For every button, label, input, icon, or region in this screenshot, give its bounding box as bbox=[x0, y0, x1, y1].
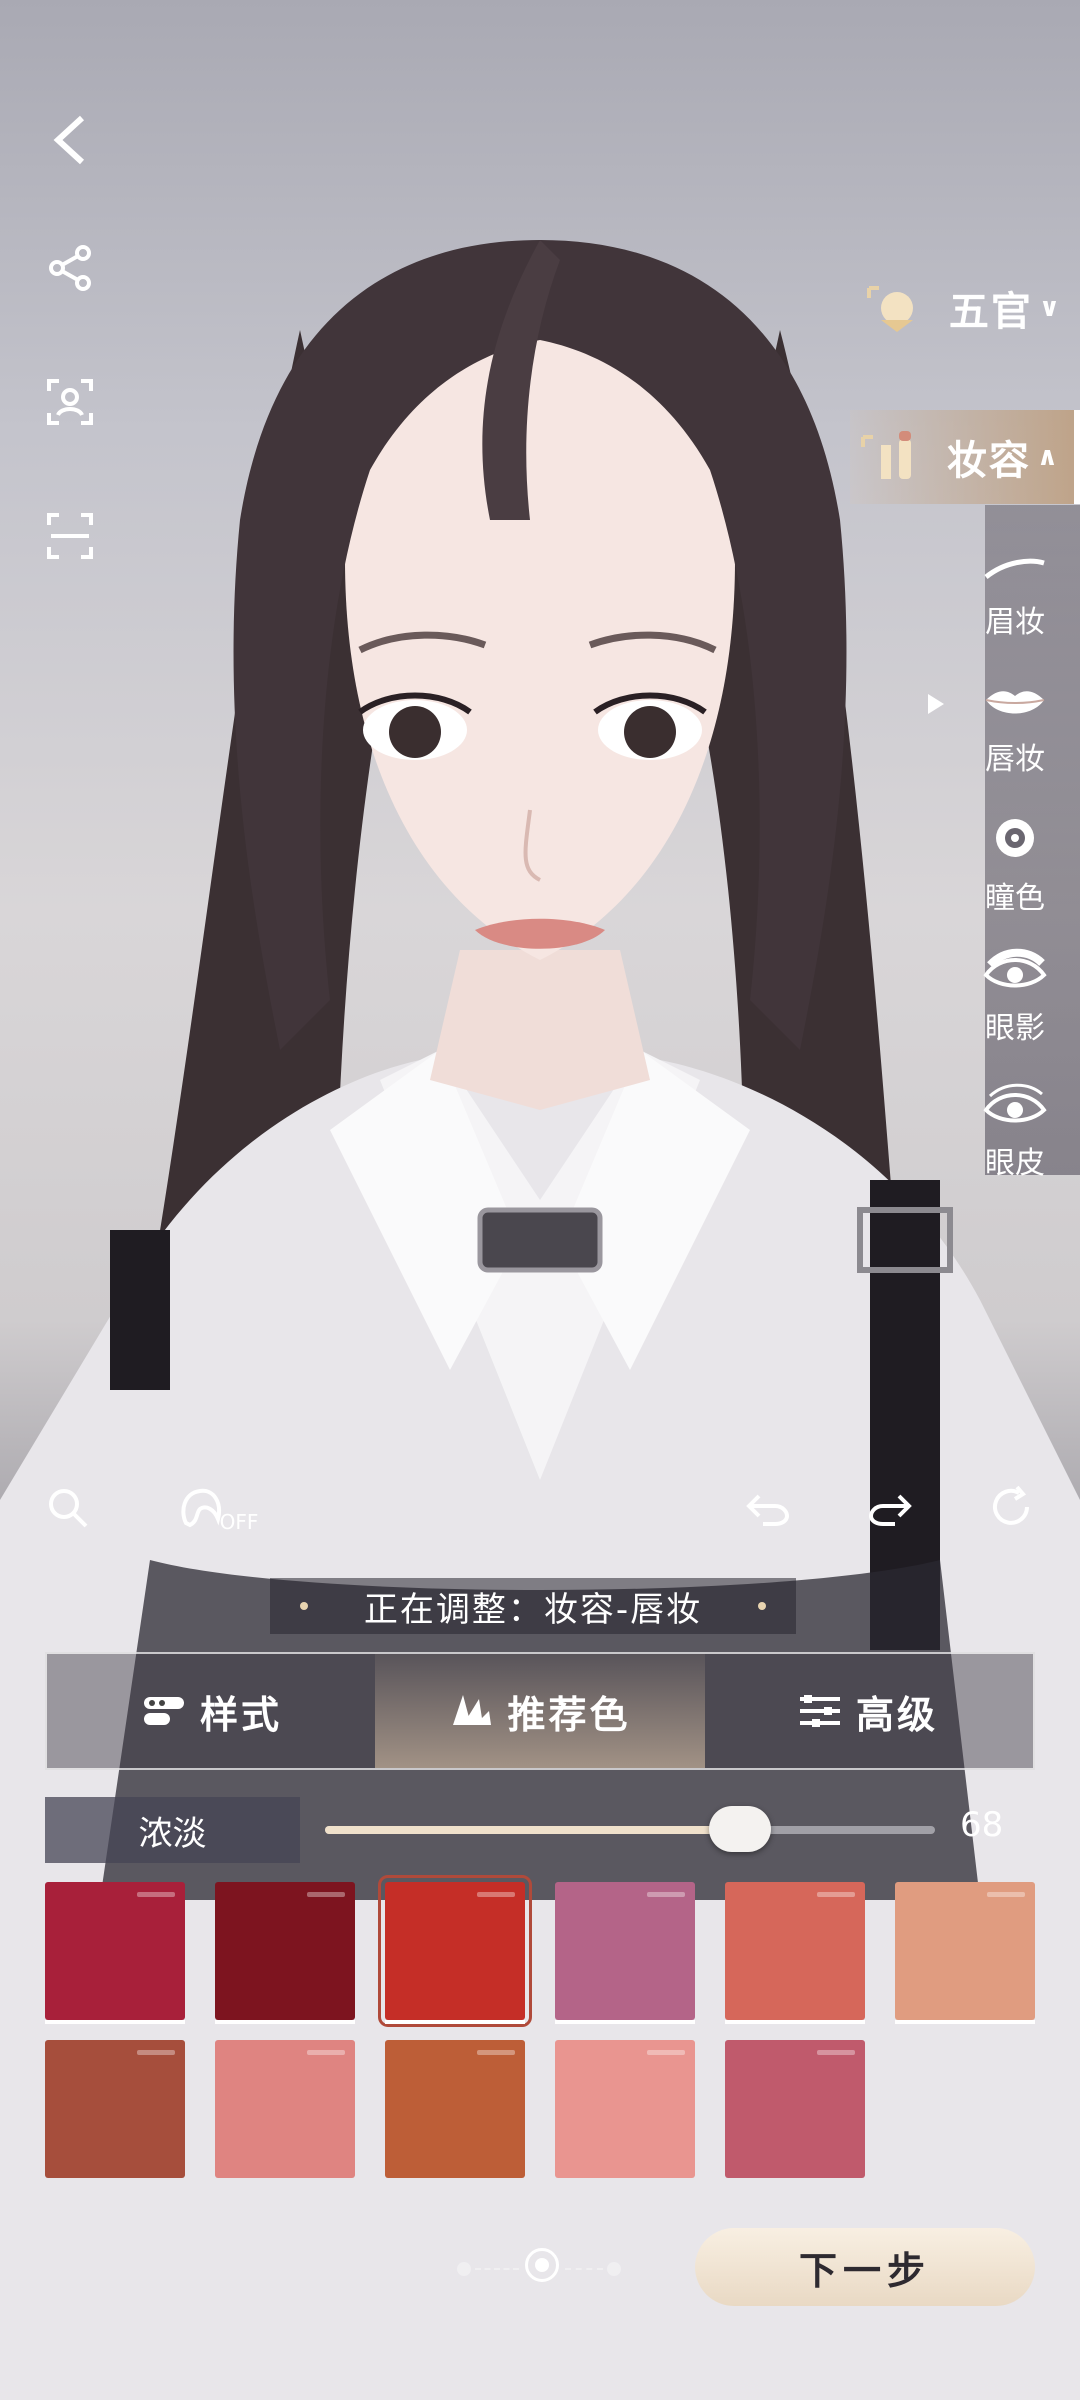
page-dot-connector bbox=[565, 2268, 603, 2270]
makeup-item-lips-label: 唇妆 bbox=[985, 742, 1045, 777]
style-icon bbox=[143, 1697, 184, 1725]
swatch-underline bbox=[215, 2020, 355, 2024]
settings-sliders-icon bbox=[799, 1695, 840, 1727]
palette-icon bbox=[453, 1695, 492, 1725]
tab-style-label: 样式 bbox=[199, 1692, 282, 1737]
makeup-category-icon bbox=[860, 431, 911, 479]
chevron-up-icon: ∧ bbox=[1036, 442, 1058, 472]
eyelid-icon bbox=[983, 1083, 1047, 1123]
swatch-tag bbox=[477, 1892, 515, 1897]
color-swatch[interactable] bbox=[215, 1882, 355, 2024]
tab-recommended-colors-label: 推荐色 bbox=[507, 1692, 631, 1737]
adjusting-status-text: 正在调整：妆容-唇妆 bbox=[363, 1589, 703, 1630]
color-swatch-selected[interactable] bbox=[378, 1875, 532, 2027]
swatch-underline bbox=[45, 2020, 185, 2024]
search-icon bbox=[49, 1489, 88, 1528]
page-dot-connector bbox=[475, 2268, 519, 2270]
redo-icon bbox=[868, 1494, 912, 1526]
screenshot-icon bbox=[47, 513, 93, 559]
swatch-tag bbox=[987, 1892, 1025, 1897]
tab-style[interactable]: 样式 bbox=[47, 1654, 377, 1768]
face-scan-icon bbox=[47, 379, 93, 425]
intensity-value: 68 bbox=[960, 1805, 1004, 1845]
hair-toggle-state: OFF bbox=[219, 1510, 259, 1534]
swatch-tag bbox=[647, 2050, 685, 2055]
makeup-item-eyebrow[interactable]: 眉妆 bbox=[950, 555, 1080, 641]
status-dot-right bbox=[758, 1602, 766, 1610]
color-swatch[interactable] bbox=[45, 1882, 185, 2024]
swatch-underline bbox=[895, 2020, 1035, 2024]
color-swatch[interactable] bbox=[215, 2040, 355, 2178]
eyebrow-icon bbox=[984, 558, 1045, 579]
color-swatch[interactable] bbox=[45, 2040, 185, 2178]
makeup-item-eyeshadow-label: 眼影 bbox=[985, 1011, 1045, 1046]
color-swatch[interactable] bbox=[725, 1882, 865, 2024]
back-button[interactable] bbox=[40, 110, 100, 170]
color-swatch[interactable] bbox=[555, 2040, 695, 2178]
swatch-tag bbox=[137, 1892, 175, 1897]
category-makeup-label: 妆容 bbox=[946, 437, 1031, 484]
category-facial[interactable]: 五官 ∨ bbox=[820, 268, 1080, 348]
swatch-tag bbox=[817, 1892, 855, 1897]
chevron-down-icon: ∨ bbox=[1038, 293, 1060, 323]
intensity-slider-thumb[interactable] bbox=[708, 1806, 771, 1852]
selected-indicator-arrow bbox=[928, 694, 944, 714]
share-button[interactable] bbox=[40, 238, 100, 298]
intensity-slider[interactable] bbox=[325, 1806, 935, 1852]
makeup-item-eyelid[interactable]: 眼皮 bbox=[950, 1080, 1080, 1182]
tab-advanced-label: 高级 bbox=[855, 1692, 938, 1737]
lips-icon bbox=[985, 691, 1045, 714]
makeup-item-eyebrow-label: 眉妆 bbox=[985, 605, 1045, 640]
makeup-item-pupil-label: 瞳色 bbox=[985, 881, 1045, 916]
page-indicator bbox=[455, 2248, 635, 2288]
share-icon bbox=[49, 245, 91, 291]
pupil-icon bbox=[996, 819, 1034, 857]
screenshot-button[interactable] bbox=[40, 506, 100, 566]
undo-icon bbox=[746, 1494, 790, 1526]
swatch-underline bbox=[555, 2020, 695, 2024]
hair-icon bbox=[181, 1488, 221, 1528]
swatch-tag bbox=[817, 2050, 855, 2055]
hair-toggle-button[interactable]: OFF bbox=[172, 1478, 262, 1538]
redo-button[interactable] bbox=[862, 1480, 918, 1536]
page-dot-3[interactable] bbox=[607, 2262, 621, 2276]
intensity-label: 浓淡 bbox=[45, 1797, 300, 1863]
face-category-icon bbox=[866, 286, 913, 332]
search-button[interactable] bbox=[40, 1480, 96, 1536]
swatch-underline bbox=[725, 2020, 865, 2024]
swatch-tag bbox=[307, 1892, 345, 1897]
tab-recommended-colors[interactable]: 推荐色 bbox=[375, 1654, 705, 1768]
color-swatch[interactable] bbox=[725, 2040, 865, 2178]
status-dot-left bbox=[300, 1602, 308, 1610]
makeup-item-lips[interactable]: 唇妆 bbox=[950, 682, 1080, 778]
swatch-tag bbox=[137, 2050, 175, 2055]
color-swatch[interactable] bbox=[895, 1882, 1035, 2024]
undo-button[interactable] bbox=[740, 1480, 796, 1536]
color-swatch[interactable] bbox=[385, 2040, 525, 2178]
tab-advanced[interactable]: 高级 bbox=[703, 1654, 1033, 1768]
swatch-tag bbox=[647, 1892, 685, 1897]
category-facial-label: 五官 bbox=[948, 288, 1033, 335]
reset-icon bbox=[993, 1485, 1029, 1525]
page-dot-1[interactable] bbox=[457, 2262, 471, 2276]
swatch-tag bbox=[307, 2050, 345, 2055]
swatch-tag bbox=[477, 2050, 515, 2055]
makeup-item-eyeshadow[interactable]: 眼影 bbox=[950, 945, 1080, 1047]
eyeshadow-icon bbox=[983, 948, 1047, 988]
color-swatch[interactable] bbox=[555, 1882, 695, 2024]
swatch-underline bbox=[385, 2020, 525, 2024]
adjusting-status-bar: 正在调整：妆容-唇妆 bbox=[270, 1578, 796, 1634]
category-makeup[interactable]: 妆容 ∧ bbox=[850, 410, 1080, 504]
back-icon bbox=[53, 115, 85, 165]
next-step-button[interactable]: 下一步 bbox=[695, 2228, 1035, 2306]
reset-button[interactable] bbox=[984, 1480, 1040, 1536]
makeup-item-pupil[interactable]: 瞳色 bbox=[950, 815, 1080, 917]
face-scan-button[interactable] bbox=[40, 372, 100, 432]
makeup-item-eyelid-label: 眼皮 bbox=[985, 1146, 1045, 1181]
intensity-slider-fill bbox=[325, 1826, 740, 1834]
page-dot-current[interactable] bbox=[525, 2248, 559, 2282]
tab-bar: 样式 推荐色 高级 bbox=[45, 1652, 1035, 1770]
